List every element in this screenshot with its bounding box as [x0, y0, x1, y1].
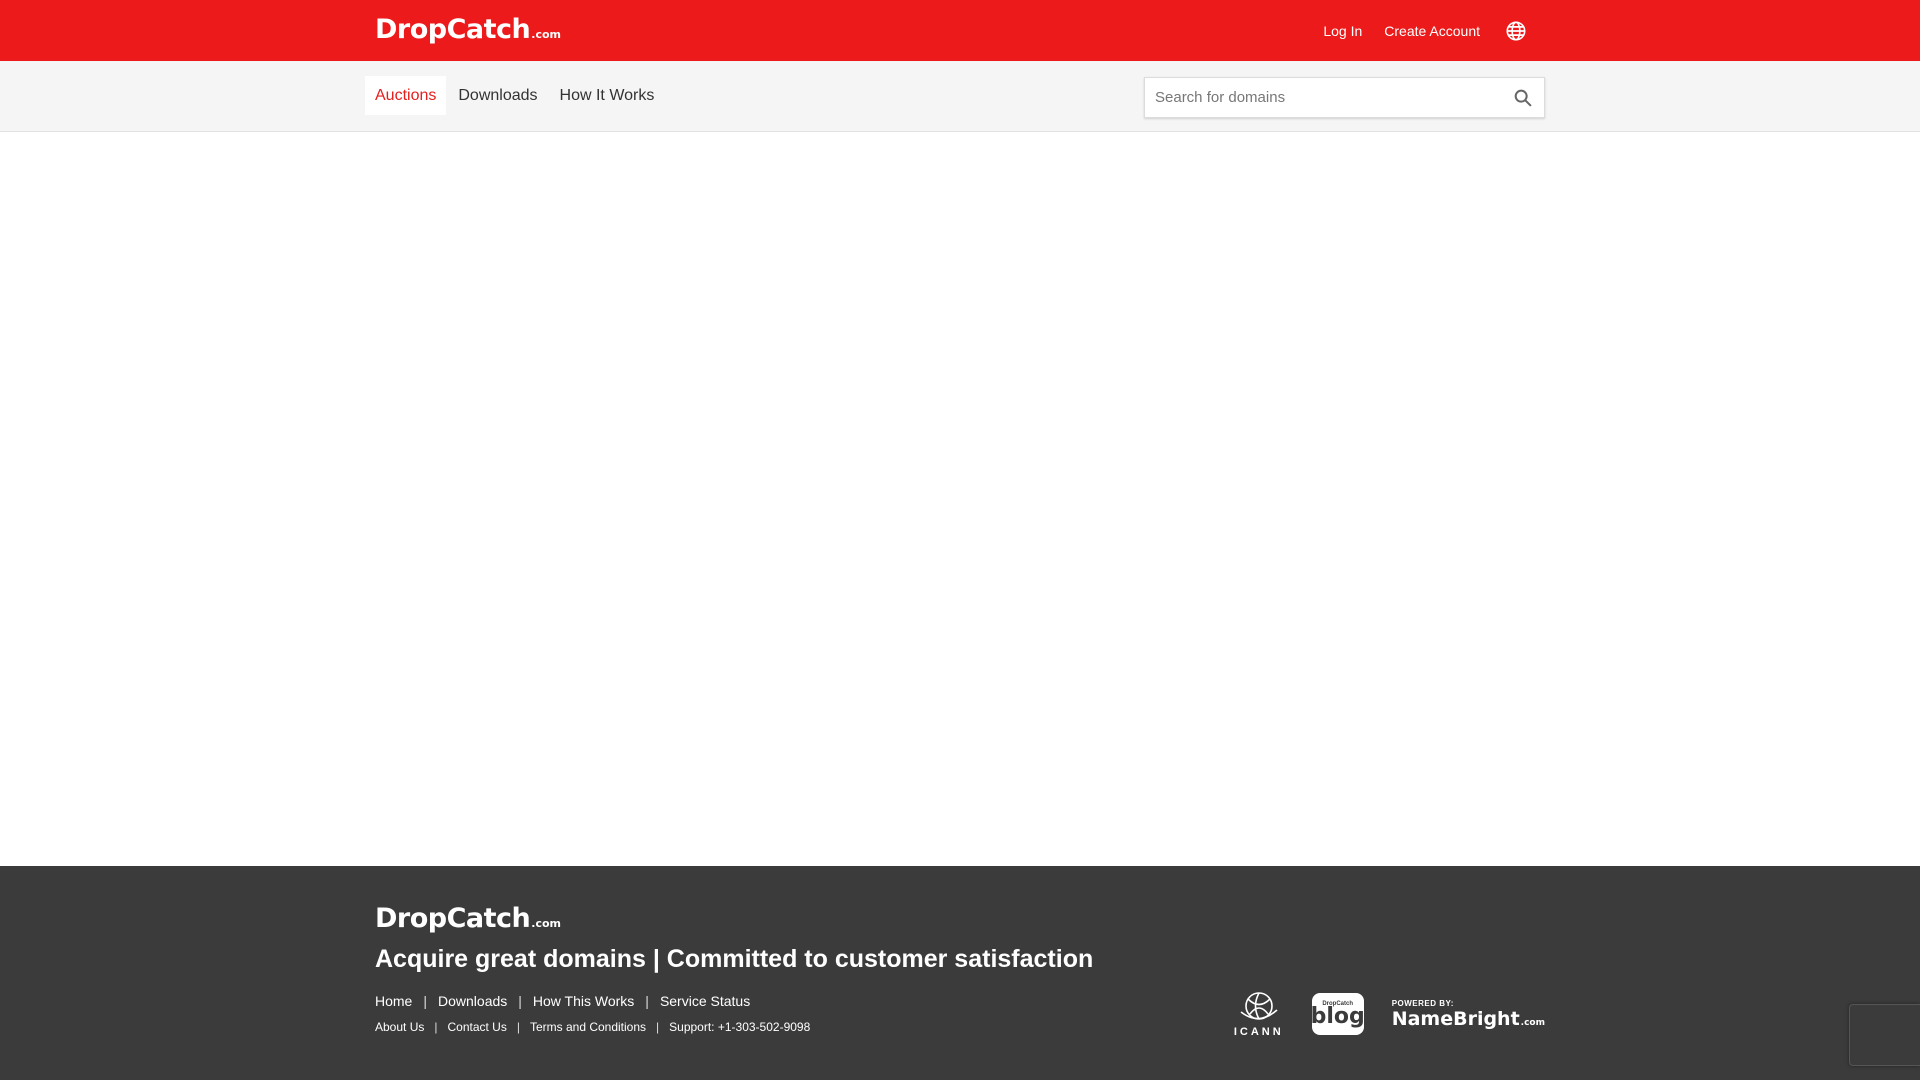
footer-link-service-status[interactable]: Service Status: [660, 993, 750, 1009]
powered-by-label: POWERED BY:: [1391, 998, 1454, 1008]
footer-link-downloads[interactable]: Downloads: [438, 993, 507, 1009]
link-separator: |: [516, 1020, 520, 1034]
footer-link-terms[interactable]: Terms and Conditions: [530, 1020, 646, 1034]
logo-brand-text: DropCatch: [375, 14, 531, 45]
footer-logo-brand: DropCatch: [375, 903, 531, 934]
footer-support-phone[interactable]: Support: +1-303-502-9098: [669, 1020, 810, 1034]
namebright-logo: NameBright .com: [1392, 1008, 1545, 1030]
blog-label: blog: [1310, 1004, 1365, 1029]
top-header: DropCatch .com Log In Create Account: [0, 0, 1920, 61]
sub-navigation: Auctions Downloads How It Works: [0, 61, 1920, 132]
domain-search-box: [1144, 77, 1545, 118]
create-account-link[interactable]: Create Account: [1384, 23, 1480, 39]
search-input[interactable]: [1145, 78, 1495, 117]
link-separator: |: [656, 1020, 660, 1034]
link-separator: |: [434, 1020, 438, 1034]
globe-icon[interactable]: [1504, 19, 1528, 43]
icann-globe-icon: [1240, 992, 1278, 1020]
icann-badge[interactable]: ICANN: [1234, 990, 1284, 1038]
search-icon[interactable]: [1512, 87, 1534, 109]
tab-downloads[interactable]: Downloads: [448, 76, 547, 115]
tab-how-it-works[interactable]: How It Works: [550, 76, 665, 115]
nav-tabs: Auctions Downloads How It Works: [365, 76, 666, 115]
footer-link-about-us[interactable]: About Us: [375, 1020, 424, 1034]
footer-link-how-this-works[interactable]: How This Works: [533, 993, 634, 1009]
recaptcha-badge[interactable]: [1849, 1004, 1920, 1066]
login-link[interactable]: Log In: [1323, 23, 1362, 39]
logo-tld-text: .com: [531, 28, 561, 41]
footer: DropCatch .com Acquire great domains | C…: [0, 866, 1920, 1080]
footer-logo[interactable]: DropCatch .com: [375, 903, 561, 934]
link-separator: |: [423, 993, 427, 1009]
namebright-badge[interactable]: POWERED BY: NameBright .com: [1392, 999, 1545, 1030]
footer-tagline: Acquire great domains | Committed to cus…: [375, 945, 1094, 973]
link-separator: |: [518, 993, 522, 1009]
footer-logo-tld: .com: [531, 917, 561, 930]
footer-link-home[interactable]: Home: [375, 993, 412, 1009]
footer-badges: ICANN DropCatch blog POWERED BY: NameBri…: [1234, 984, 1545, 1044]
namebright-tld: .com: [1520, 1017, 1545, 1028]
link-separator: |: [645, 993, 649, 1009]
footer-link-contact-us[interactable]: Contact Us: [447, 1020, 506, 1034]
account-links: Log In Create Account: [1301, 0, 1528, 61]
tab-auctions[interactable]: Auctions: [365, 76, 447, 115]
footer-primary-links: Home | Downloads | How This Works | Serv…: [375, 993, 750, 1009]
footer-secondary-links: About Us | Contact Us | Terms and Condit…: [375, 1020, 810, 1034]
icann-label: ICANN: [1233, 1026, 1284, 1038]
dropcatch-logo[interactable]: DropCatch .com: [375, 14, 561, 45]
main-content: [0, 133, 1920, 866]
namebright-name: NameBright: [1391, 1007, 1520, 1030]
dropcatch-blog-badge[interactable]: DropCatch blog: [1310, 993, 1365, 1035]
